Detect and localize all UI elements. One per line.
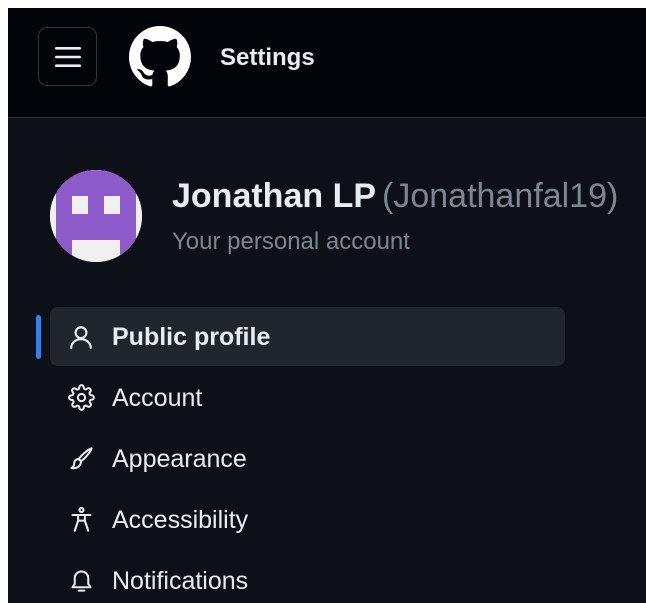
settings-sidebar-nav: Public profile Account Appearance Access… [8,307,646,603]
identicon-image [50,170,142,262]
page-title: Settings [220,44,315,71]
settings-page: Settings Jonathan LP (Jonathanfal19) Your… [8,8,646,603]
sidebar-item-accessibility[interactable]: Accessibility [50,490,565,549]
hamburger-menu-icon [54,46,81,67]
gear-icon [67,384,95,412]
paintbrush-icon [67,445,95,473]
profile-name: Jonathan LP (Jonathanfal19) [172,176,618,216]
bell-icon [67,567,95,595]
sidebar-item-appearance[interactable]: Appearance [50,429,565,488]
accessibility-icon [67,506,95,534]
sidebar-item-label: Accessibility [112,505,249,534]
profile-subtitle: Your personal account [172,228,410,255]
person-icon [67,323,95,351]
avatar[interactable] [50,170,142,262]
github-logo-link[interactable] [129,26,191,88]
sidebar-item-label: Account [112,383,203,412]
top-header: Settings [8,8,646,118]
github-mark-icon [129,26,191,87]
sidebar-item-notifications[interactable]: Notifications [50,551,565,603]
profile-display-name: Jonathan LP [172,177,377,215]
sidebar-item-label: Notifications [112,566,249,595]
sidebar-item-public-profile[interactable]: Public profile [36,307,565,366]
sidebar-item-account[interactable]: Account [50,368,565,427]
profile-username[interactable]: (Jonathanfal19) [382,177,618,215]
sidebar-item-label: Appearance [112,444,247,473]
sidebar-item-label: Public profile [112,322,271,351]
menu-button[interactable] [38,27,97,86]
